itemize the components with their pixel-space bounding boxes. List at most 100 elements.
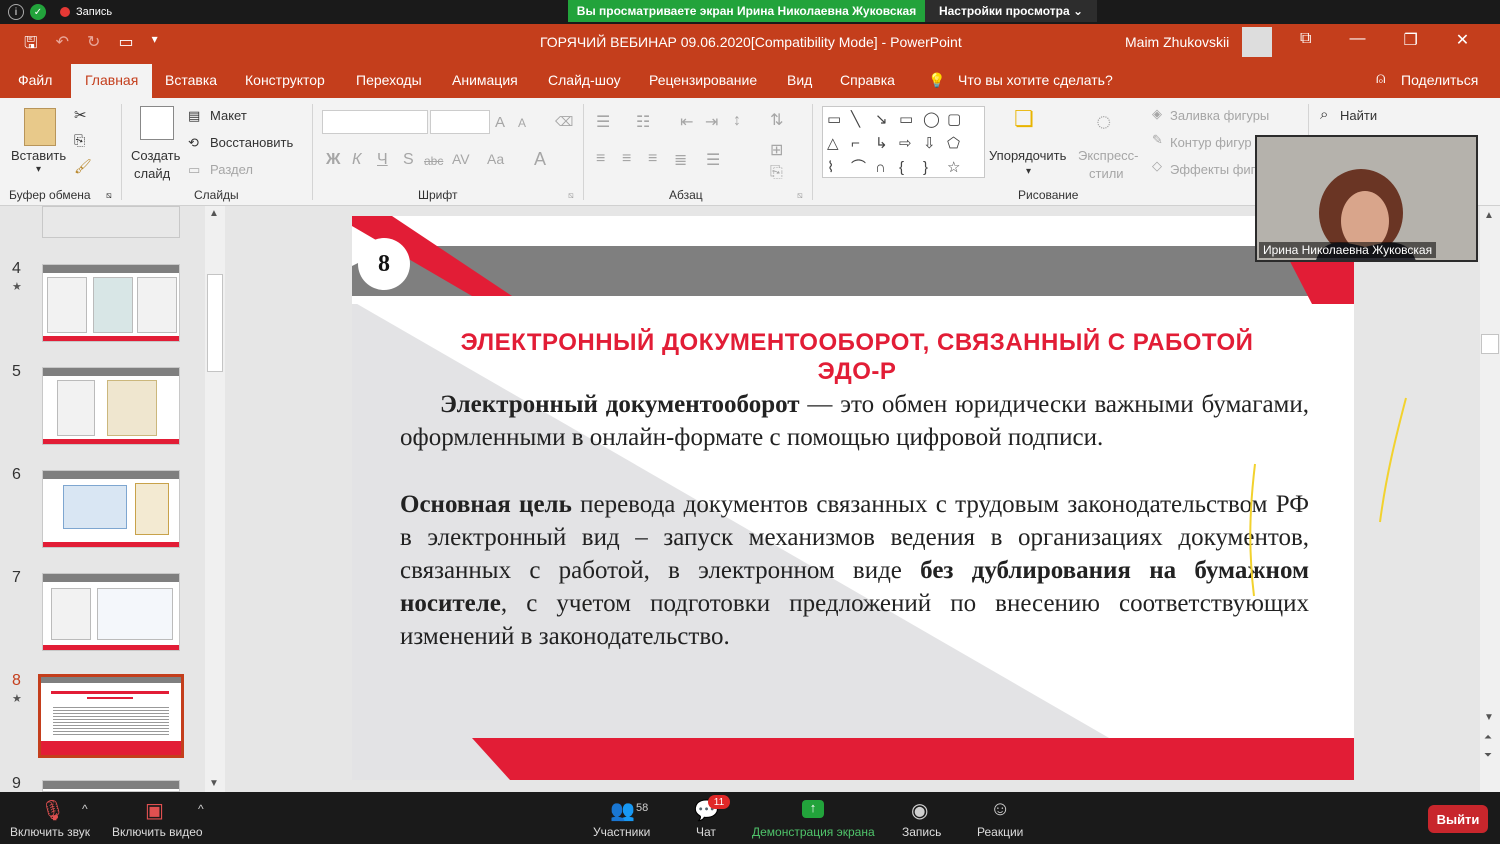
- left-brace-shape-icon[interactable]: {: [899, 157, 923, 179]
- tab-help[interactable]: Справка: [840, 72, 895, 88]
- goal-paragraph[interactable]: Основная цель перевода документов связан…: [400, 488, 1309, 653]
- font-color-button[interactable]: A: [534, 149, 546, 170]
- tab-slideshow[interactable]: Слайд-шоу: [548, 72, 621, 88]
- tab-animations[interactable]: Анимация: [452, 72, 518, 88]
- shapes-gallery[interactable]: ▭ ╲ ↘ ▭ ◯ ▢ △ ⌐ ↳ ⇨ ⇩ ⬠ ⌇ ⌒ ∩{} ☆: [822, 106, 985, 178]
- font-launcher-icon[interactable]: ⧅: [568, 190, 574, 201]
- clear-format-icon[interactable]: ⌫: [555, 114, 573, 130]
- share-screen-icon[interactable]: ↑: [802, 800, 824, 818]
- tab-view[interactable]: Вид: [787, 72, 812, 88]
- quick-styles-label-2[interactable]: стили: [1089, 166, 1124, 181]
- arrange-dropdown-icon[interactable]: ▾: [1026, 166, 1031, 177]
- close-icon[interactable]: ✕: [1456, 30, 1469, 50]
- freeform-2-shape-icon[interactable]: ⌇: [827, 157, 851, 179]
- slide-thumbnail-4[interactable]: [42, 264, 180, 342]
- definition-paragraph[interactable]: Электронный документооборот — это обмен …: [400, 388, 1309, 454]
- unmute-button[interactable]: Включить звук: [10, 825, 90, 839]
- shape-effects-button[interactable]: Эффекты фиг: [1170, 162, 1255, 177]
- format-painter-icon[interactable]: 🖌: [74, 158, 92, 175]
- fill-icon[interactable]: ◈: [1152, 106, 1162, 122]
- user-name[interactable]: Maim Zhukovskii: [1125, 34, 1229, 50]
- outline-icon[interactable]: ✎: [1152, 132, 1163, 148]
- slide-thumbnail-8-selected[interactable]: [38, 674, 184, 758]
- text-direction-icon[interactable]: ⇅: [770, 110, 783, 130]
- shield-icon[interactable]: ✓: [30, 4, 46, 20]
- record-button[interactable]: Запись: [902, 825, 941, 839]
- save-icon[interactable]: 🖫: [24, 32, 38, 59]
- slide-thumbnail-5[interactable]: [42, 367, 180, 445]
- audio-options-icon[interactable]: ^: [82, 802, 88, 816]
- share-screen-button[interactable]: Демонстрация экрана: [752, 825, 875, 839]
- tab-transitions[interactable]: Переходы: [356, 72, 422, 88]
- shape-outline-button[interactable]: Контур фигур: [1170, 135, 1252, 150]
- shrink-font-icon[interactable]: A: [518, 116, 526, 130]
- increase-indent-icon[interactable]: ⇥: [705, 112, 718, 132]
- strikethrough-button[interactable]: abc: [424, 154, 443, 168]
- customize-qat-icon[interactable]: ▾: [152, 32, 158, 59]
- cut-icon[interactable]: ✂: [74, 106, 87, 124]
- arrange-button[interactable]: Упорядочить: [989, 148, 1066, 163]
- clipboard-launcher-icon[interactable]: ⧅: [106, 190, 112, 201]
- chat-button[interactable]: Чат: [696, 825, 716, 839]
- arc-shape-icon[interactable]: ∩: [875, 157, 899, 179]
- columns-icon[interactable]: ☰: [706, 150, 720, 170]
- align-left-icon[interactable]: ≡: [596, 150, 605, 168]
- slide-thumbnail-3[interactable]: [42, 206, 180, 238]
- smartart-icon[interactable]: ⎘: [770, 164, 783, 182]
- scrollbar-thumb[interactable]: [1481, 334, 1499, 354]
- layout-icon[interactable]: ▤: [188, 108, 200, 124]
- copy-icon[interactable]: ⎘: [74, 132, 85, 149]
- restore-icon[interactable]: ❐: [1403, 30, 1417, 50]
- line-shape-icon[interactable]: ╲: [851, 109, 875, 131]
- present-icon[interactable]: ▭: [118, 32, 133, 59]
- new-slide-label-2[interactable]: слайд: [134, 166, 170, 181]
- paste-dropdown-icon[interactable]: ▾: [36, 164, 41, 175]
- new-slide-icon[interactable]: [140, 106, 174, 140]
- reset-icon[interactable]: ⟲: [188, 135, 199, 151]
- reactions-icon[interactable]: ☺: [990, 798, 1010, 821]
- tab-review[interactable]: Рецензирование: [649, 72, 757, 88]
- bullets-icon[interactable]: ☰: [596, 112, 610, 132]
- slide-thumbnail-7[interactable]: [42, 573, 180, 651]
- shape-fill-button[interactable]: Заливка фигуры: [1170, 108, 1269, 123]
- down-arrow-shape-icon[interactable]: ⇩: [923, 133, 947, 155]
- leave-meeting-button[interactable]: Выйти: [1428, 805, 1488, 833]
- slide-scrollbar[interactable]: ▲ ▼ ⏶ ⏷: [1480, 206, 1500, 792]
- tab-design[interactable]: Конструктор: [245, 72, 325, 88]
- tab-insert[interactable]: Вставка: [165, 72, 217, 88]
- font-size-select[interactable]: [430, 110, 490, 134]
- scroll-up-icon[interactable]: ▲: [209, 208, 219, 219]
- triangle-shape-icon[interactable]: △: [827, 133, 851, 155]
- share-button[interactable]: Поделиться: [1401, 72, 1478, 88]
- new-slide-button[interactable]: Создать: [131, 148, 180, 163]
- slide-thumbnail-9[interactable]: [42, 780, 180, 792]
- bold-button[interactable]: Ж: [326, 151, 340, 169]
- search-icon[interactable]: ⌕: [1320, 106, 1328, 123]
- tab-home[interactable]: Главная: [71, 64, 153, 98]
- find-button[interactable]: Найти: [1340, 108, 1377, 123]
- paste-icon[interactable]: [24, 108, 56, 146]
- speaker-video[interactable]: Ирина Николаевна Жуковская: [1255, 135, 1478, 262]
- arrow-line-shape-icon[interactable]: ↘: [875, 109, 899, 131]
- undo-icon[interactable]: ↶: [56, 32, 69, 59]
- oval-shape-icon[interactable]: ◯: [923, 109, 947, 131]
- scroll-down-icon[interactable]: ▼: [1484, 712, 1494, 723]
- video-options-icon[interactable]: ^: [198, 802, 204, 816]
- right-arrow-shape-icon[interactable]: ⇨: [899, 133, 923, 155]
- connector-shape-icon[interactable]: ⌐: [851, 133, 875, 155]
- view-options-button[interactable]: Настройки просмотра ⌄: [925, 0, 1097, 22]
- rectangle-shape-icon[interactable]: ▭: [899, 109, 923, 131]
- effects-icon[interactable]: ◇: [1152, 158, 1162, 174]
- scrollbar-thumb[interactable]: [207, 274, 223, 372]
- thumbnails-scrollbar[interactable]: ▲ ▼: [205, 206, 225, 792]
- right-brace-shape-icon[interactable]: }: [923, 157, 947, 179]
- avatar[interactable]: [1242, 27, 1272, 57]
- participants-button[interactable]: Участники: [593, 825, 650, 839]
- tell-me-search[interactable]: Что вы хотите сделать?: [958, 72, 1113, 88]
- next-slide-icon[interactable]: ⏷: [1484, 750, 1492, 761]
- font-name-select[interactable]: [322, 110, 428, 134]
- section-button[interactable]: Раздел: [210, 162, 253, 177]
- current-slide[interactable]: 8 ЭЛЕКТРОННЫЙ ДОКУМЕНТООБОРОТ, СВЯЗАННЫЙ…: [352, 216, 1354, 780]
- rounded-rect-shape-icon[interactable]: ▢: [947, 109, 971, 131]
- paragraph-launcher-icon[interactable]: ⧅: [797, 190, 803, 201]
